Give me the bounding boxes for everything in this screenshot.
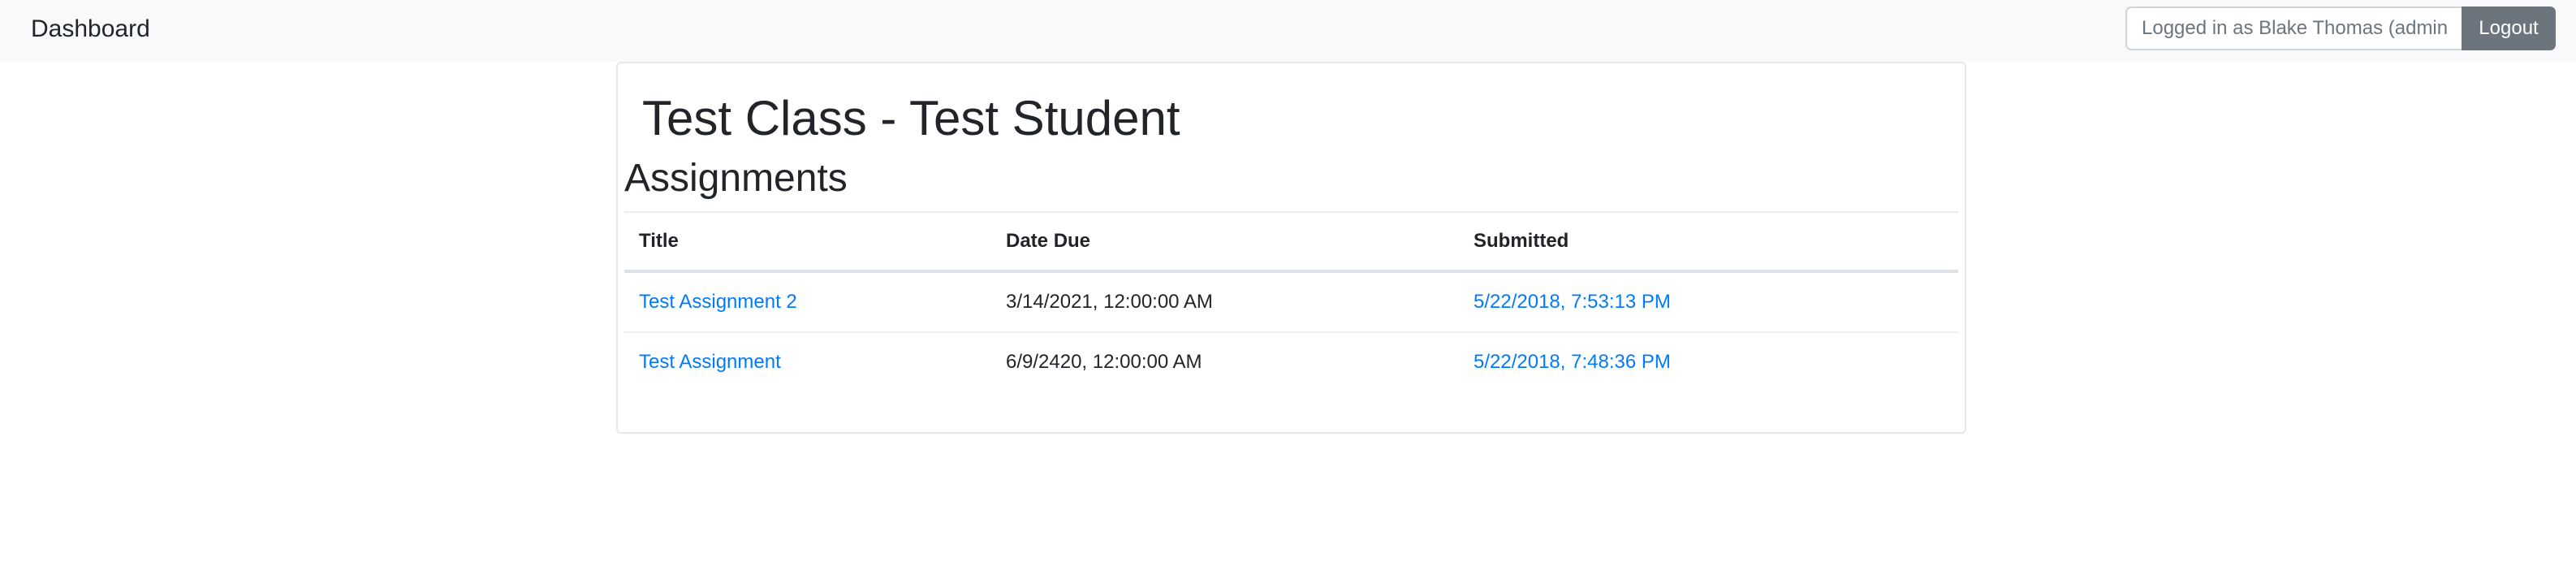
column-header-date-due: Date Due xyxy=(991,211,1459,273)
class-card: Test Class - Test Student Assignments Ti… xyxy=(616,62,1966,434)
logout-button[interactable]: Logout xyxy=(2462,6,2556,50)
page-title: Test Class - Test Student xyxy=(642,91,1180,145)
assignments-table: Title Date Due Submitted Test Assignment… xyxy=(624,211,1958,391)
user-input-group: Logout xyxy=(2125,6,2556,50)
date-due-cell: 3/14/2021, 12:00:00 AM xyxy=(991,271,1459,333)
assignment-title-cell: Test Assignment 2 xyxy=(624,271,991,333)
table-header-row: Title Date Due Submitted xyxy=(624,211,1958,273)
submission-link[interactable]: 5/22/2018, 7:48:36 PM xyxy=(1474,351,1671,373)
table-row: Test Assignment 6/9/2420, 12:00:00 AM 5/… xyxy=(624,332,1958,391)
submission-link[interactable]: 5/22/2018, 7:53:13 PM xyxy=(1474,291,1671,313)
logged-in-user-field[interactable] xyxy=(2125,6,2462,50)
column-header-submitted: Submitted xyxy=(1459,211,1958,273)
table-row: Test Assignment 2 3/14/2021, 12:00:00 AM… xyxy=(624,271,1958,333)
date-due-cell: 6/9/2420, 12:00:00 AM xyxy=(1006,351,1202,373)
assignment-title-cell: Test Assignment xyxy=(624,332,991,391)
assignment-title-link[interactable]: Test Assignment xyxy=(639,351,781,373)
submitted-cell: 5/22/2018, 7:48:36 PM xyxy=(1459,332,1958,391)
assignment-title-link[interactable]: Test Assignment 2 xyxy=(639,291,797,313)
submitted-cell: 5/22/2018, 7:53:13 PM xyxy=(1459,271,1958,333)
brand-link[interactable]: Dashboard xyxy=(31,13,150,45)
assignments-heading: Assignments xyxy=(624,157,848,200)
navbar: Dashboard Logout xyxy=(0,0,2576,62)
column-header-title: Title xyxy=(624,211,991,273)
